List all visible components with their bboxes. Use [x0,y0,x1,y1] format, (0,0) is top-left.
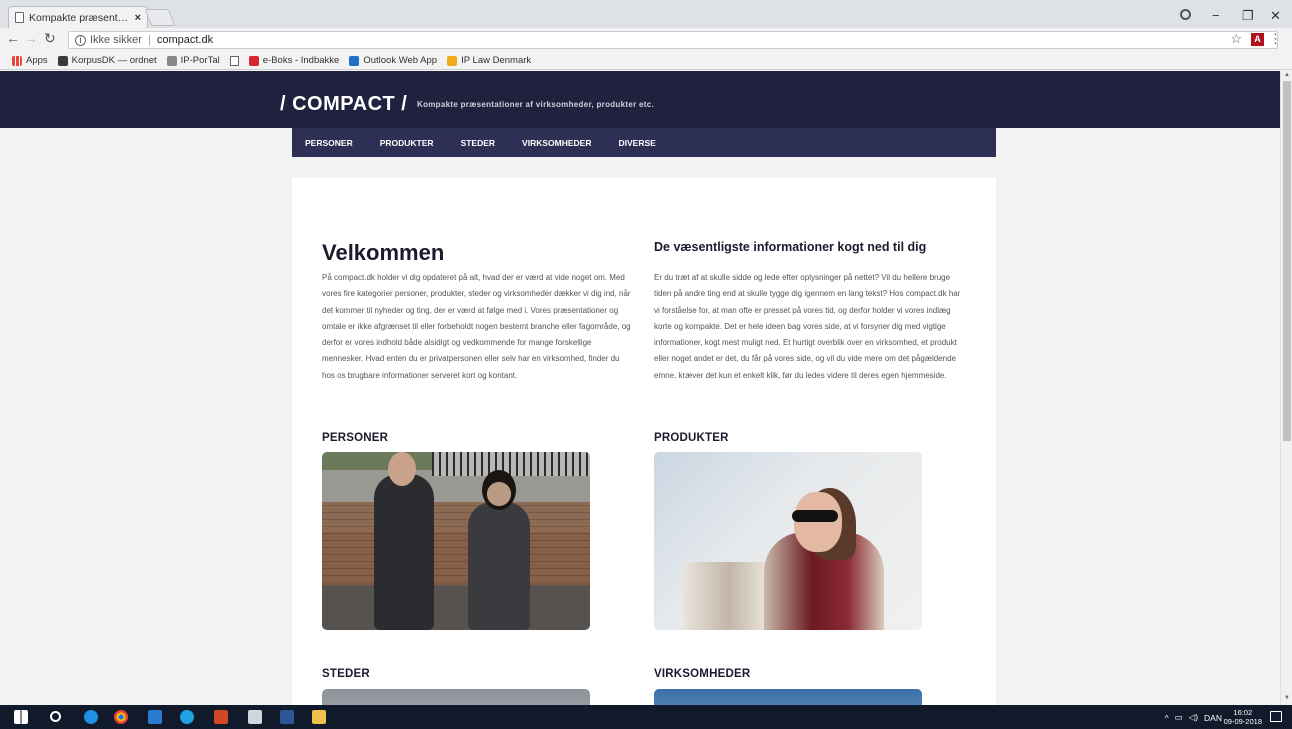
image-fence [432,452,590,476]
windows-start-icon[interactable] [14,710,28,724]
bookmark-label: e-Boks - Indbakke [262,55,340,66]
address-separator: | [147,34,151,46]
tab-title: Kompakte præsentation [29,11,130,24]
browser-tab-bar: Kompakte præsentation × − ❐ ✕ [0,0,1292,28]
bookmark-ip-portal[interactable]: IP-PorTal [166,55,220,66]
chrome-icon[interactable] [114,710,128,724]
word-icon[interactable] [280,710,294,724]
content-card: Velkommen De væsentligste informationer … [292,178,996,705]
image-woman [468,502,530,630]
volume-icon[interactable]: ◁) [1189,712,1198,723]
profile-icon[interactable] [1180,9,1191,20]
pdf-extension-icon[interactable]: A [1251,33,1264,46]
browser-menu-icon[interactable]: ⋮ [1269,31,1282,47]
site-logo[interactable]: / COMPACT / [280,93,407,116]
bookmark-eboks[interactable]: e-Boks - Indbakke [248,55,340,66]
image-bags [684,562,774,630]
windows-taskbar: ^ ▭ ◁) DAN 16:02 09-09-2018 [0,705,1292,729]
welcome-heading: Velkommen [322,240,445,265]
section-heading-produkter[interactable]: PRODUKTER [654,432,729,444]
page-viewport: / COMPACT / Kompakte præsentationer af v… [0,71,1280,705]
site-tagline: Kompakte præsentationer af virksomheder,… [417,100,655,109]
bookmark-iplaw[interactable]: IP Law Denmark [447,55,531,66]
image-woman-head [482,470,516,510]
personer-image[interactable] [322,452,590,630]
bookmark-label: IP Law Denmark [461,55,532,66]
site-header: / COMPACT / Kompakte præsentationer af v… [0,71,1280,128]
nav-steder[interactable]: STEDER [461,138,495,148]
image-wall [322,502,590,582]
korpus-icon [57,55,68,66]
page-icon [229,55,239,66]
bookmark-korpusdk[interactable]: KorpusDK — ordnet [57,55,157,66]
security-label: Ikke sikker [90,34,142,46]
bookmark-star-icon[interactable]: ☆ [1230,31,1242,47]
page-icon [15,12,24,23]
image-man [374,474,434,630]
taskbar-clock[interactable]: 16:02 09-09-2018 [1224,708,1262,726]
forward-icon[interactable]: → [24,30,38,46]
nav-produkter[interactable]: PRODUKTER [380,138,434,148]
clock-time: 16:02 [1233,708,1253,717]
minimize-icon[interactable]: − [1212,8,1220,23]
page-scrollbar[interactable]: ▲ ▼ [1280,71,1292,705]
tab-close-icon[interactable]: × [135,12,141,24]
outlook-icon [349,55,360,66]
nav-virksomheder[interactable]: VIRKSOMHEDER [522,138,591,148]
back-icon[interactable]: ← [6,30,20,46]
scroll-down-icon[interactable]: ▼ [1284,695,1290,701]
url-text[interactable]: compact.dk [157,34,213,46]
bookmark-label: Outlook Web App [363,55,438,66]
section-heading-virksomheder[interactable]: VIRKSOMHEDER [654,668,750,680]
restore-icon[interactable]: ❐ [1242,8,1254,24]
browser-toolbar: ← → ↻ i Ikke sikker | compact.dk [0,28,1292,52]
network-icon[interactable]: ▭ [1175,712,1183,723]
steder-image[interactable] [322,689,590,705]
ip-icon [166,55,177,66]
virksomheder-image[interactable] [654,689,922,705]
browser-tab[interactable]: Kompakte præsentation × [8,6,148,28]
bookmarks-bar: Apps KorpusDK — ordnet IP-PorTal e-Boks … [0,52,1292,70]
nav-diverse[interactable]: DIVERSE [618,138,655,148]
apps-grid-icon [12,55,22,66]
produkter-image[interactable] [654,452,922,630]
nav-personer[interactable]: PERSONER [305,138,353,148]
bookmark-label: IP-PorTal [180,55,220,66]
scroll-up-icon[interactable]: ▲ [1284,72,1290,78]
bookmark-outlook[interactable]: Outlook Web App [349,55,437,66]
tray-chevron-icon[interactable]: ^ [1165,713,1169,723]
info-text: Er du træt af at skulle sidde og lede ef… [654,273,961,380]
powerpoint-icon[interactable] [214,710,228,724]
search-icon[interactable] [50,711,61,722]
outlook-taskbar-icon[interactable] [148,710,162,724]
new-tab-button[interactable] [144,9,176,26]
bookmark-blank[interactable] [229,55,239,66]
language-indicator[interactable]: DAN [1204,713,1222,723]
main-navigation: PERSONER PRODUKTER STEDER VIRKSOMHEDER D… [292,128,996,157]
image-sunglasses [792,510,838,522]
eboks-icon [248,55,259,66]
close-window-icon[interactable]: ✕ [1270,8,1281,24]
info-icon[interactable]: i [75,34,86,46]
file-explorer-icon[interactable] [312,710,326,724]
bookmark-apps[interactable]: Apps [12,55,48,66]
edge-icon[interactable] [84,710,98,724]
notification-icon[interactable] [1270,711,1282,722]
calculator-icon[interactable] [248,710,262,724]
info-heading: De væsentligste informationer kogt ned t… [654,240,927,254]
welcome-text: På compact.dk holder vi dig opdateret på… [322,273,631,380]
bookmark-label: KorpusDK — ordnet [71,55,157,66]
system-tray: ^ ▭ ◁) DAN [1165,712,1222,723]
bookmark-label: Apps [26,55,48,66]
skype-icon[interactable] [180,710,194,724]
image-face [794,492,842,552]
address-bar[interactable]: i Ikke sikker | compact.dk [68,31,1278,49]
iplaw-icon [447,55,458,66]
clock-date: 09-09-2018 [1223,717,1262,726]
scrollbar-thumb[interactable] [1283,81,1291,441]
reload-icon[interactable]: ↻ [44,30,56,47]
image-man-head [388,452,416,486]
section-heading-personer[interactable]: PERSONER [322,432,388,444]
section-heading-steder[interactable]: STEDER [322,668,370,680]
